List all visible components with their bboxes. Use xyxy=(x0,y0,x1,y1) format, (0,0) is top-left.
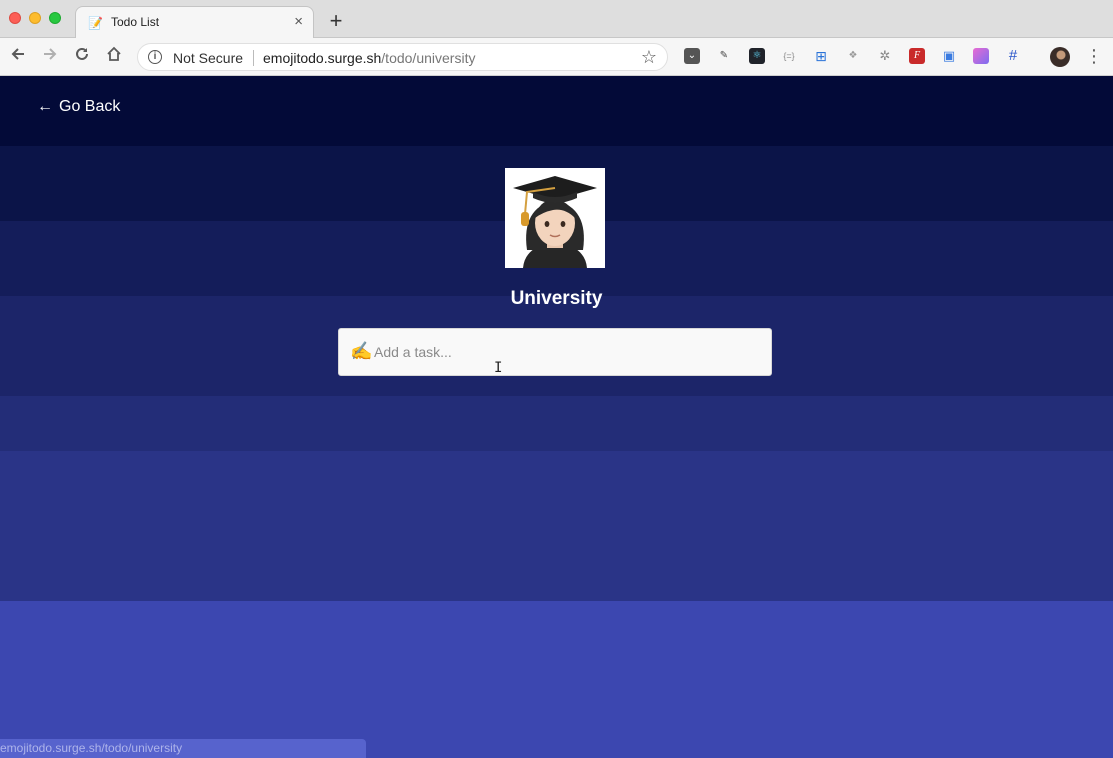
browser-tab-todo-list[interactable]: 📝 Todo List × xyxy=(75,6,314,39)
menu-dots-icon[interactable]: ⋮ xyxy=(1085,46,1103,66)
bookmark-star-icon[interactable]: ☆ xyxy=(641,47,657,68)
tab-title: Todo List xyxy=(111,15,160,29)
go-back-label: Go Back xyxy=(59,98,121,115)
reload-icon[interactable] xyxy=(71,45,93,67)
writing-hand-icon: ✍️ xyxy=(350,341,373,361)
gradient-icon[interactable] xyxy=(973,48,989,64)
window-icon[interactable]: ▣ xyxy=(941,48,957,64)
profile-avatar[interactable] xyxy=(1050,47,1070,67)
status-bar-url: emojitodo.surge.sh/todo/university xyxy=(0,739,366,758)
bg-band xyxy=(0,451,1113,601)
tab-close-icon[interactable]: × xyxy=(294,13,303,31)
go-back-link[interactable]: ← Go Back xyxy=(37,98,120,116)
woman-student-icon xyxy=(505,168,605,268)
new-tab-button[interactable]: + xyxy=(322,8,350,34)
browser-toolbar: i Not Secure emojitodo.surge.sh/todo/uni… xyxy=(0,38,1113,76)
address-divider xyxy=(253,50,254,66)
minimize-window-button[interactable] xyxy=(29,12,41,24)
back-arrow-icon: ← xyxy=(37,98,53,115)
url-domain: emojitodo.surge.sh xyxy=(263,50,382,66)
react-devtools-icon[interactable]: ⚛ xyxy=(749,48,765,64)
close-window-button[interactable] xyxy=(9,12,21,24)
home-icon[interactable] xyxy=(103,45,125,67)
settings-wheel-icon[interactable]: ✲ xyxy=(877,48,893,64)
eyedropper-icon[interactable]: ✎ xyxy=(716,48,732,64)
grid-icon[interactable]: ⊞ xyxy=(813,48,829,64)
dropbox-icon[interactable]: ❖ xyxy=(845,48,861,64)
text-cursor-icon: I xyxy=(494,360,503,376)
url-path: /todo/university xyxy=(381,50,476,66)
forward-arrow-icon[interactable] xyxy=(39,45,61,67)
info-icon[interactable]: i xyxy=(148,50,162,64)
todo-page: ← Go Back University ✍️ I emojitodo.surge… xyxy=(0,76,1113,758)
json-viewer-icon[interactable]: {=} xyxy=(781,48,797,64)
maximize-window-button[interactable] xyxy=(49,12,61,24)
back-arrow-icon[interactable] xyxy=(7,45,29,67)
url-text[interactable]: emojitodo.surge.sh/todo/university xyxy=(263,50,475,66)
bg-band xyxy=(0,396,1113,451)
bg-band xyxy=(0,601,1113,758)
security-label: Not Secure xyxy=(173,50,244,66)
add-task-field[interactable]: ✍️ xyxy=(338,328,772,376)
memo-icon: 📝 xyxy=(88,16,103,30)
font-icon[interactable]: F xyxy=(909,48,925,64)
add-task-input[interactable] xyxy=(374,329,764,375)
pocket-icon[interactable]: ⌄ xyxy=(684,48,700,64)
browser-tab-strip: 📝 Todo List × + xyxy=(0,0,1113,39)
bg-band xyxy=(0,76,1113,146)
grid-frame-icon[interactable]: # xyxy=(1005,48,1021,64)
address-bar[interactable]: i Not Secure emojitodo.surge.sh/todo/uni… xyxy=(137,43,668,71)
list-title: University xyxy=(510,288,603,309)
